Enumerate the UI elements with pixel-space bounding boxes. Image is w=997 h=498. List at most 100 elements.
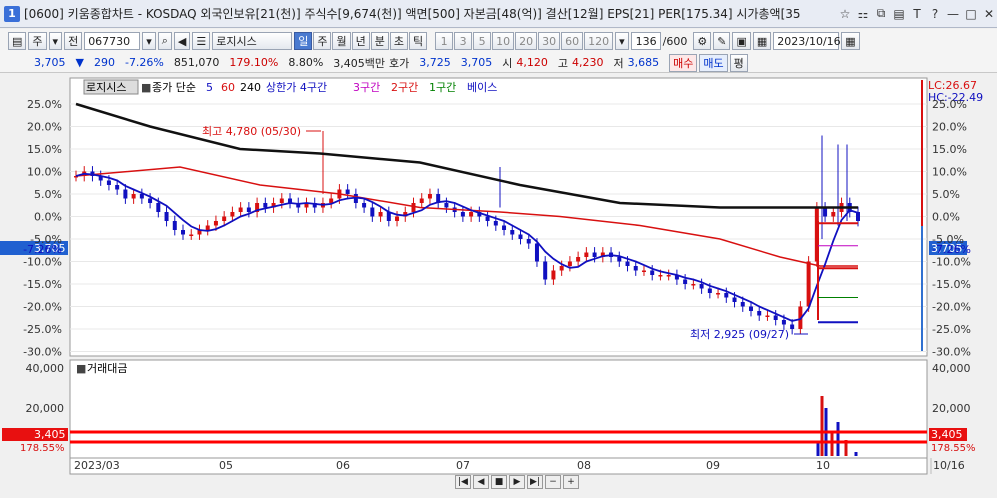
minimize-icon[interactable]: — [945,6,961,22]
link-icon[interactable]: ⚏ [855,6,871,22]
y-tick-right: -30.0% [932,346,971,359]
window-badge: 1 [4,5,20,22]
chart-navigation: |◀ ◀ ■ ▶ ▶| − + [455,475,579,491]
draw-icon[interactable]: ✎ [713,32,731,50]
candle-body [246,207,251,212]
interval-button-30[interactable]: 30 [538,32,561,50]
buy-button[interactable]: 매수 [669,53,698,72]
legend-name: 로지시스 [86,81,126,94]
avg-button[interactable]: 평 [729,53,748,72]
candle-body [419,198,424,203]
candle-body [485,216,490,221]
calendar-icon[interactable]: ▦ [841,32,860,50]
candle-body [790,324,795,329]
open-label: 시 [502,56,513,70]
settings-icon[interactable]: ⚙ [693,32,712,50]
stop-icon[interactable]: ■ [491,475,507,489]
y-tick-left: -15.0% [23,278,62,291]
stock-name[interactable]: 로지시스 [212,32,293,50]
speaker-icon[interactable]: ◀ [173,32,191,50]
maximize-icon[interactable]: □ [963,6,979,22]
font-icon[interactable]: T [909,6,925,22]
volume-ratio-left: 178.55% [20,443,65,454]
volume-ratio-right: 178.55% [931,443,976,454]
legend-ma60: 60 [221,81,235,94]
price-chart[interactable]: 2023/03 05 06 07 08 09 10 10/16 로지시스 ■ 종가 단순 5 … [0,76,997,495]
candle-body [222,216,227,221]
volume-bar [830,432,834,456]
market-select[interactable]: 주 [28,32,47,50]
sell-button[interactable]: 매도 [699,53,728,72]
ask-label: 호가 [389,56,410,70]
candle-body [362,203,367,208]
x-tick-label: 10 [816,459,830,472]
tab-period-1[interactable]: 주 [313,32,332,50]
print-icon[interactable]: ▤ [891,6,907,22]
tab-period-0[interactable]: 일 [294,32,313,50]
x-tick-label: 10/16 [933,459,965,472]
candle-body [510,230,515,235]
legend-ma-label: 종가 단순 [152,81,196,94]
zoom-in-icon[interactable]: + [563,475,579,489]
bid: 3,705 [460,56,493,69]
interval-button-10[interactable]: 10 [492,32,515,50]
vol-ratio: 179.10% [229,56,279,69]
high: 4,230 [572,56,604,69]
candle-body [551,270,556,280]
tab-period-3[interactable]: 년 [351,32,370,50]
tab-period-2[interactable]: 월 [332,32,351,50]
date-input[interactable]: 2023/10/16 [773,32,841,50]
legend-zone3: 2구간 [391,81,418,94]
interval-button-3[interactable]: 3 [454,32,473,50]
dropdown-icon[interactable]: ▾ [48,32,63,50]
candle-body [493,221,498,226]
interval-button-1[interactable]: 1 [435,32,454,50]
volume-tag-right-value: 3,405 [931,428,963,441]
code-input[interactable]: 067730 [84,32,141,50]
interval-button-120[interactable]: 120 [584,32,614,50]
interval-button-20[interactable]: 20 [515,32,538,50]
star-icon[interactable]: ☆ [837,6,853,22]
candle-body [460,212,465,217]
quote-bar: 3,705 ▼ 290 -7.26% 851,070 179.10% 8.80%… [0,53,997,73]
tab-period-6[interactable]: 틱 [408,32,428,50]
chart-area[interactable]: 2023/03 05 06 07 08 09 10 10/16 로지시스 ■ 종가 단순 5 … [0,76,997,495]
scroll-left-icon[interactable]: ◀ [473,475,489,489]
interval-button-60[interactable]: 60 [561,32,584,50]
zoom-out-icon[interactable]: − [545,475,561,489]
y-tick-right: 0.0% [932,211,960,224]
y-tick-left: 20.0% [27,121,62,134]
candle-body [650,270,655,275]
save-icon[interactable]: ▣ [732,32,751,50]
candle-body [181,230,186,235]
candle-body [518,234,523,239]
menu-icon[interactable]: ▤ [8,32,27,50]
search-icon[interactable]: ⌕ [157,32,172,50]
calendar-toggle-icon[interactable]: ▦ [752,32,772,50]
list-icon[interactable]: ☰ [192,32,211,50]
y-tick-left: -30.0% [23,346,62,359]
stock-name-label: 로지시스 [216,35,257,48]
close-icon[interactable]: ✕ [981,6,997,22]
scroll-right-icon[interactable]: ▶ [509,475,525,489]
tab-period-5[interactable]: 초 [389,32,408,50]
prev-button[interactable]: 전 [64,32,83,50]
interval-button-5[interactable]: 5 [473,32,492,50]
candle-body [156,203,161,212]
volume-bar [836,422,840,456]
tab-period-4[interactable]: 분 [370,32,389,50]
candle-body [641,270,646,272]
candle-body [263,203,268,208]
volume-tick-left: 40,000 [26,362,65,375]
candle-body [658,275,663,277]
candle-body [707,288,712,293]
code-dropdown-icon[interactable]: ▾ [142,32,156,50]
help-icon[interactable]: ? [927,6,943,22]
candle-body [189,234,194,236]
scroll-start-icon[interactable]: |◀ [455,475,471,489]
count-input[interactable]: 136 [630,32,661,50]
screen-icon[interactable]: ⧉ [873,6,889,22]
scroll-end-icon[interactable]: ▶| [527,475,543,489]
x-tick-label: 05 [219,459,233,472]
interval-dropdown-icon[interactable]: ▾ [615,32,629,50]
